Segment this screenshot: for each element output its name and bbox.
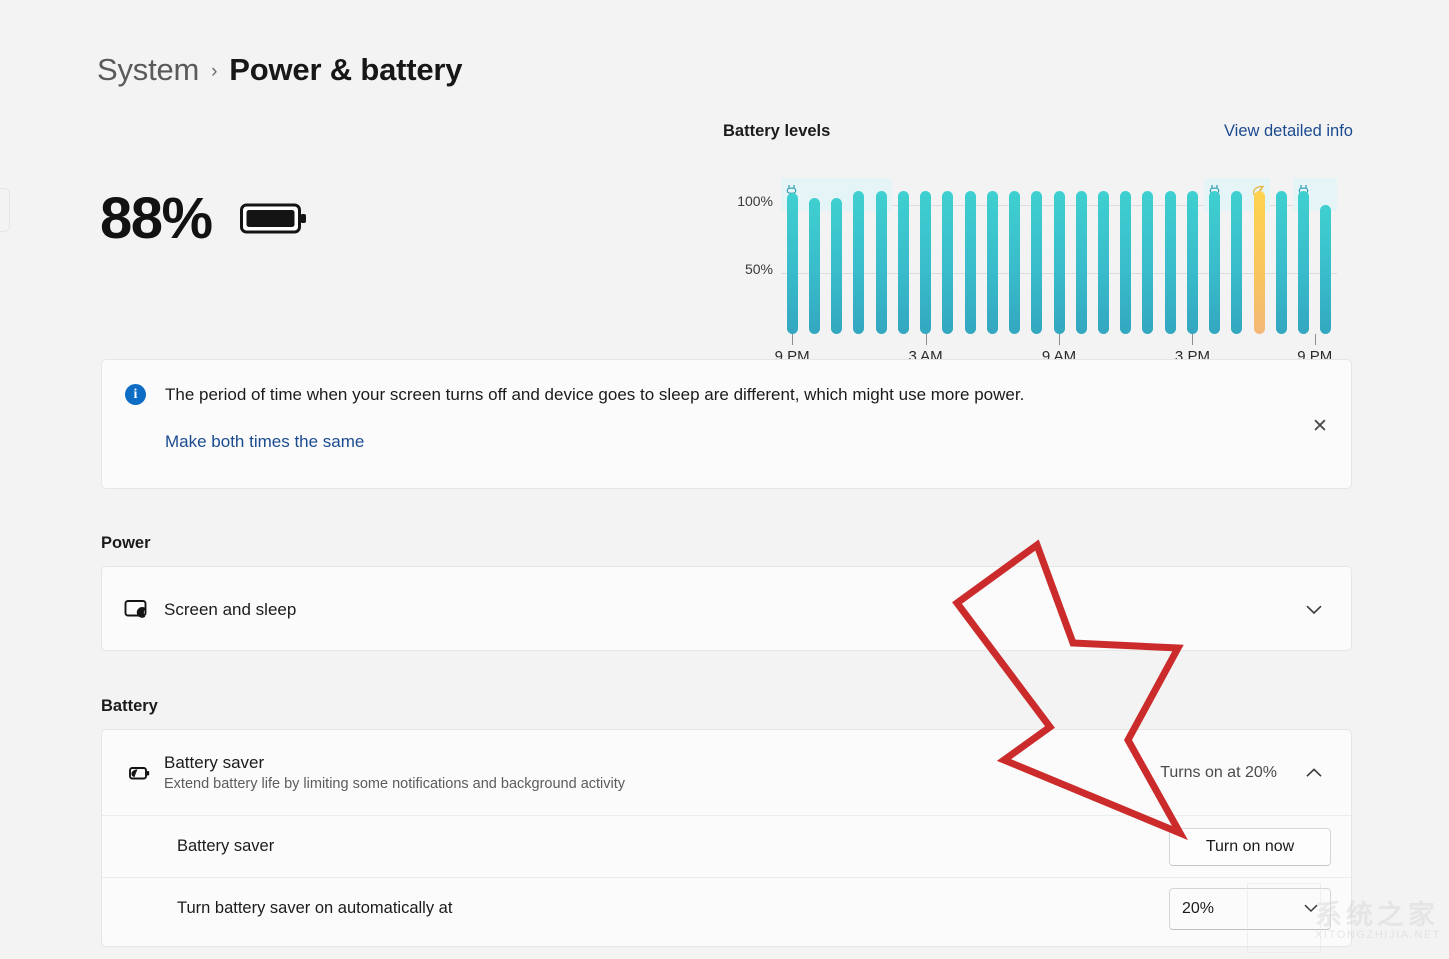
card-battery-saver: Battery saver Extend battery life by lim… bbox=[101, 729, 1352, 947]
battery-percent-label: 88% bbox=[100, 186, 213, 251]
chart-bar bbox=[920, 190, 932, 334]
row-screen-and-sleep[interactable]: Screen and sleep bbox=[102, 567, 1351, 652]
section-heading-power: Power bbox=[101, 534, 151, 552]
row-right-battery-saver: Turns on at 20% bbox=[1160, 756, 1331, 790]
chart-bar bbox=[1298, 190, 1310, 334]
chart-bars bbox=[781, 190, 1337, 334]
battery-status: 88% bbox=[100, 190, 310, 248]
chart-bar bbox=[1231, 190, 1243, 334]
row-battery-saver[interactable]: Battery saver Extend battery life by lim… bbox=[102, 730, 1351, 815]
breadcrumb: System › Power & battery bbox=[97, 52, 463, 88]
chart-bar bbox=[1009, 190, 1021, 334]
chart-header: Battery levels View detailed info bbox=[723, 122, 1353, 141]
x-axis-tick bbox=[1314, 334, 1316, 345]
chart-bar bbox=[831, 197, 843, 334]
battery-saver-threshold-select[interactable]: 20% bbox=[1169, 887, 1331, 930]
chart-bar bbox=[1209, 190, 1221, 334]
subrow-auto-threshold: Turn battery saver on automatically at 2… bbox=[102, 877, 1351, 939]
subrow-label-battery-saver: Battery saver bbox=[177, 837, 275, 855]
chart-bar bbox=[1164, 190, 1176, 334]
chart-plot-area: 100% 50% 9 PM 3 AM 9 AM 3 PM 9 PM bbox=[723, 152, 1353, 365]
row-subtitle-battery-saver: Extend battery life by limiting some not… bbox=[164, 776, 626, 792]
breadcrumb-parent-system[interactable]: System bbox=[97, 52, 199, 88]
chart-bar bbox=[786, 193, 798, 334]
info-icon: i bbox=[125, 384, 146, 405]
y-tick-label-100: 100% bbox=[737, 193, 773, 209]
x-axis-tick bbox=[792, 334, 794, 345]
battery-saver-threshold-value: 20% bbox=[1182, 899, 1215, 917]
info-banner: i The period of time when your screen tu… bbox=[101, 359, 1352, 489]
turn-on-now-button[interactable]: Turn on now bbox=[1169, 827, 1331, 866]
chart-bar bbox=[1097, 190, 1109, 334]
chart-bar bbox=[1120, 190, 1132, 334]
chart-bar bbox=[1075, 190, 1087, 334]
chart-bar bbox=[942, 190, 954, 334]
page-title: Power & battery bbox=[229, 52, 463, 87]
view-detailed-info-link[interactable]: View detailed info bbox=[1224, 122, 1353, 141]
row-title-battery-saver: Battery saver bbox=[164, 753, 265, 772]
x-axis-tick bbox=[925, 334, 927, 345]
row-texts-battery-saver: Battery saver Extend battery life by lim… bbox=[164, 753, 625, 792]
make-both-times-the-same-link[interactable]: Make both times the same bbox=[165, 432, 364, 452]
chart-title: Battery levels bbox=[723, 122, 831, 140]
info-banner-message: The period of time when your screen turn… bbox=[165, 385, 1025, 404]
chart-grid bbox=[781, 178, 1337, 334]
chart-bar bbox=[1253, 190, 1265, 334]
screen-sleep-icon bbox=[124, 598, 164, 622]
chart-bar bbox=[1320, 204, 1332, 334]
chart-bar bbox=[964, 190, 976, 334]
chart-bar bbox=[853, 190, 865, 334]
chart-bar bbox=[1186, 190, 1198, 334]
battery-saver-icon bbox=[124, 761, 164, 785]
chart-bar bbox=[875, 190, 887, 334]
subrow-battery-saver-toggle: Battery saver Turn on now bbox=[102, 815, 1351, 877]
chart-bar bbox=[1275, 190, 1287, 334]
chart-bar bbox=[1031, 190, 1043, 334]
breadcrumb-separator-icon: › bbox=[211, 60, 218, 82]
chart-bar bbox=[808, 197, 820, 334]
card-screen-and-sleep: Screen and sleep bbox=[101, 566, 1352, 651]
row-title-screen-and-sleep: Screen and sleep bbox=[164, 599, 297, 619]
y-tick-label-50: 50% bbox=[744, 261, 773, 277]
chart-bar bbox=[1053, 190, 1065, 334]
chevron-up-icon[interactable] bbox=[1297, 756, 1331, 790]
chart-bar bbox=[1142, 190, 1154, 334]
subrow-label-auto-threshold: Turn battery saver on automatically at bbox=[177, 899, 453, 917]
chart-bar bbox=[986, 190, 998, 334]
section-heading-battery: Battery bbox=[101, 697, 158, 715]
battery-levels-chart: Battery levels View detailed info 100% 5… bbox=[723, 122, 1353, 365]
battery-full-icon bbox=[239, 199, 310, 239]
status-badge-turns-on-at: Turns on at 20% bbox=[1160, 763, 1277, 781]
chevron-down-icon[interactable] bbox=[1297, 593, 1331, 627]
close-icon[interactable]: ✕ bbox=[1303, 409, 1337, 443]
x-axis-tick bbox=[1059, 334, 1060, 345]
row-right-screen-and-sleep bbox=[1297, 593, 1331, 627]
x-axis-tick bbox=[1192, 334, 1194, 345]
chart-bar bbox=[897, 190, 909, 334]
left-edge-panel-sliver bbox=[0, 188, 10, 232]
chevron-down-icon bbox=[1304, 901, 1318, 916]
